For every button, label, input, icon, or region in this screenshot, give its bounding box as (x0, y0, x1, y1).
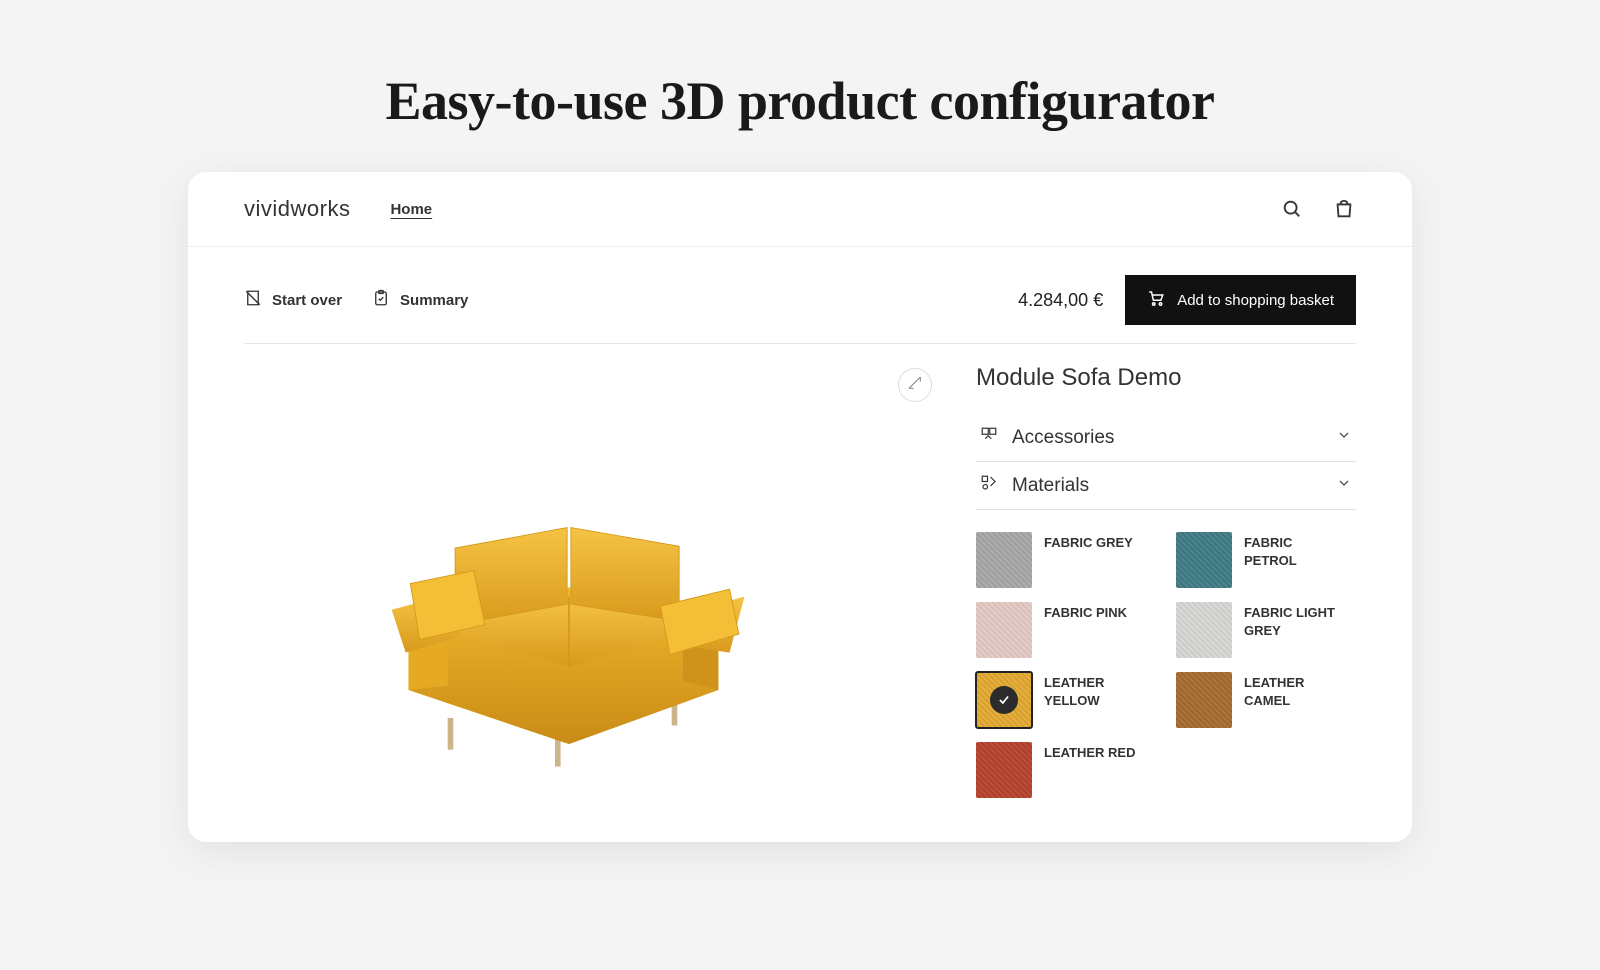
material-swatch[interactable]: LEATHER CAMEL (1176, 672, 1356, 728)
swatch-label: FABRIC PINK (1044, 602, 1127, 622)
measure-tool-button[interactable] (898, 368, 932, 402)
content-area: Module Sofa Demo Accessories Ma (188, 344, 1412, 814)
swatch-color (976, 672, 1032, 728)
start-over-icon (244, 289, 262, 311)
app-card: vividworks Home Start over (188, 172, 1412, 842)
material-swatch[interactable]: FABRIC PINK (976, 602, 1156, 658)
start-over-label: Start over (272, 292, 342, 309)
material-swatch[interactable]: LEATHER YELLOW (976, 672, 1156, 728)
material-swatch-grid: FABRIC GREY FABRIC PETROL FABRIC PINK FABRI… (976, 532, 1356, 798)
materials-icon (980, 474, 998, 497)
app-header: vividworks Home (188, 172, 1412, 247)
material-swatch[interactable]: FABRIC GREY (976, 532, 1156, 588)
swatch-label: LEATHER YELLOW (1044, 672, 1144, 709)
accordion-accessories-label: Accessories (1012, 427, 1114, 449)
add-to-basket-label: Add to shopping basket (1177, 292, 1334, 309)
product-title: Module Sofa Demo (976, 364, 1356, 392)
price-value: 4.284,00 € (1018, 290, 1103, 311)
config-panel: Module Sofa Demo Accessories Ma (976, 364, 1356, 814)
search-icon[interactable] (1280, 197, 1304, 221)
product-render-sofa (374, 494, 764, 774)
swatch-color (1176, 602, 1232, 658)
swatch-color (1176, 672, 1232, 728)
summary-button[interactable]: Summary (372, 289, 468, 311)
swatch-color (976, 532, 1032, 588)
brand-logo[interactable]: vividworks (244, 196, 350, 222)
header-left: vividworks Home (244, 196, 432, 222)
check-icon (990, 686, 1018, 714)
accessories-icon (980, 426, 998, 449)
swatch-label: LEATHER CAMEL (1244, 672, 1344, 709)
swatch-color (976, 602, 1032, 658)
summary-label: Summary (400, 292, 468, 309)
hero-title: Easy-to-use 3D product configurator (0, 70, 1600, 132)
accordion-materials-label: Materials (1012, 475, 1089, 497)
swatch-label: FABRIC GREY (1044, 532, 1133, 552)
toolbar-left: Start over Summary (244, 289, 468, 311)
product-viewer[interactable] (244, 364, 936, 814)
clipboard-check-icon (372, 289, 390, 311)
accordion-materials[interactable]: Materials (976, 462, 1356, 510)
header-right (1280, 197, 1356, 221)
chevron-down-icon (1336, 427, 1352, 448)
swatch-label: FABRIC LIGHT GREY (1244, 602, 1344, 639)
swatch-color (976, 742, 1032, 798)
material-swatch[interactable]: LEATHER RED (976, 742, 1156, 798)
toolbar-right: 4.284,00 € Add to shopping basket (1018, 275, 1356, 325)
shopping-bag-icon[interactable] (1332, 197, 1356, 221)
configurator-toolbar: Start over Summary 4.284,00 € Add to sho… (188, 247, 1412, 343)
swatch-color (1176, 532, 1232, 588)
material-swatch[interactable]: FABRIC LIGHT GREY (1176, 602, 1356, 658)
chevron-down-icon (1336, 475, 1352, 496)
ruler-icon (907, 375, 923, 396)
nav-home-link[interactable]: Home (390, 201, 432, 218)
start-over-button[interactable]: Start over (244, 289, 342, 311)
swatch-label: LEATHER RED (1044, 742, 1135, 762)
cart-icon (1147, 289, 1165, 311)
material-swatch[interactable]: FABRIC PETROL (1176, 532, 1356, 588)
add-to-basket-button[interactable]: Add to shopping basket (1125, 275, 1356, 325)
swatch-label: FABRIC PETROL (1244, 532, 1344, 569)
accordion-accessories[interactable]: Accessories (976, 414, 1356, 462)
